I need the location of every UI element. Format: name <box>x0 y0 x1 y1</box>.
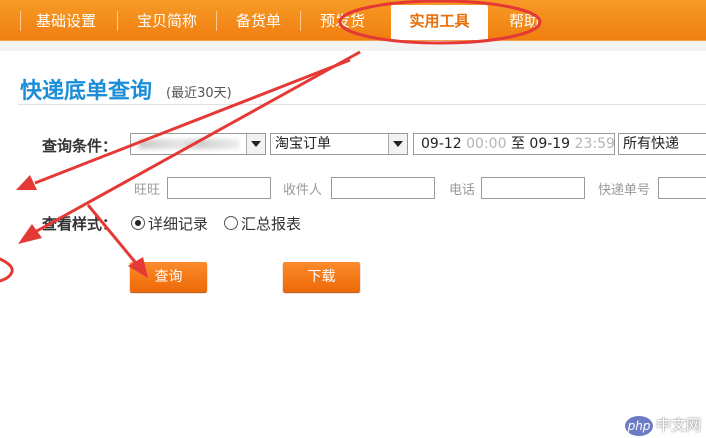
php-logo-icon: php <box>625 416 653 436</box>
highlight-circle-left <box>0 257 14 283</box>
highlight-circle <box>338 0 542 45</box>
arrow-head-icon <box>128 257 148 278</box>
watermark: php 中文网 <box>625 414 701 436</box>
annotation-arrow <box>34 58 351 185</box>
arrow-head-icon <box>16 175 37 190</box>
annotation-arrow <box>86 204 142 269</box>
arrow-head-icon <box>18 224 42 244</box>
watermark-text: 中文网 <box>656 416 702 434</box>
annotation-arrow <box>34 50 361 234</box>
red-annotation-overlay <box>0 0 542 283</box>
